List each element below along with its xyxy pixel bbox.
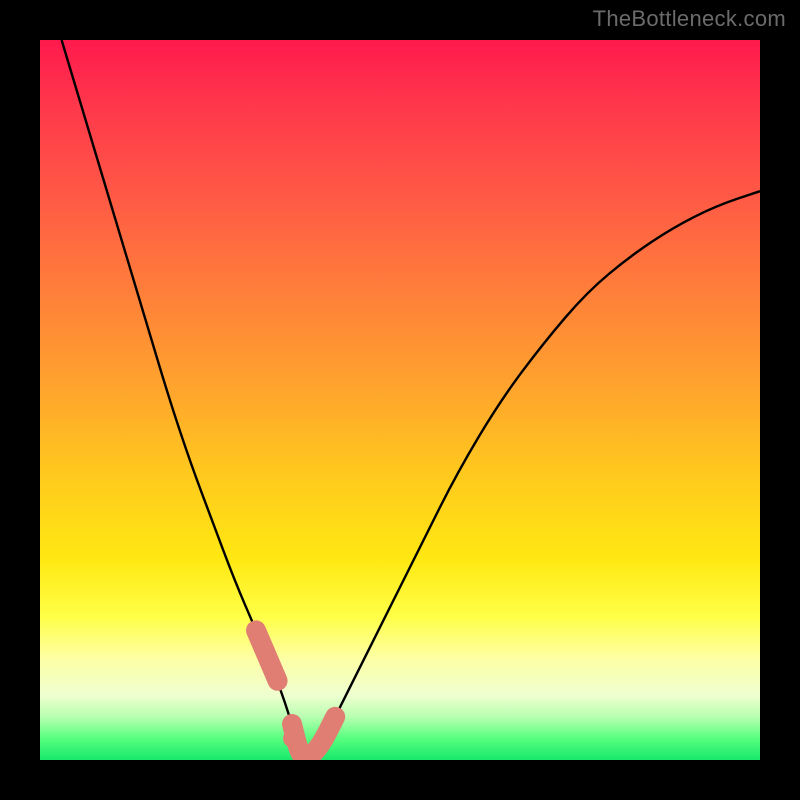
watermark-label: TheBottleneck.com — [593, 6, 786, 32]
bottleneck-curve-path — [62, 40, 760, 758]
plot-area — [40, 40, 760, 760]
highlight-segment-0 — [256, 630, 278, 680]
chart-frame: TheBottleneck.com — [0, 0, 800, 800]
highlight-dot-dip — [283, 729, 301, 747]
bottleneck-curve — [40, 40, 760, 760]
